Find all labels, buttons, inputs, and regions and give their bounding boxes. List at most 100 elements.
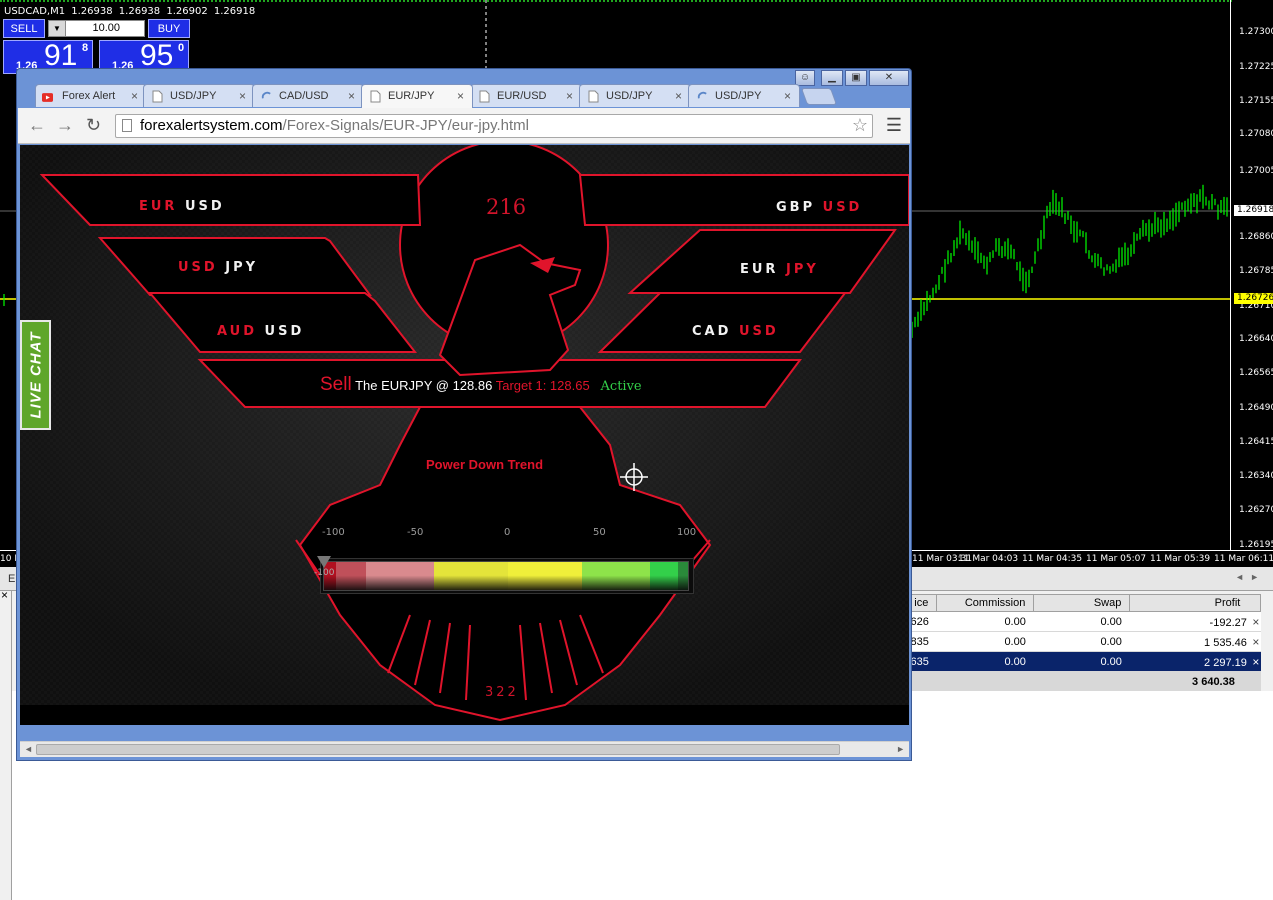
- pair-link-gbpusd[interactable]: GBP USD: [776, 200, 862, 215]
- cell-commission: 0.00: [936, 631, 1034, 652]
- col-swap[interactable]: Swap: [1033, 594, 1131, 612]
- top-counter: 216: [486, 195, 527, 219]
- pair-base: GBP: [776, 200, 816, 215]
- col-commission[interactable]: Commission: [936, 594, 1035, 612]
- pair-link-eurjpy[interactable]: EUR JPY: [740, 262, 819, 277]
- cell-commission: 0.00: [936, 611, 1034, 632]
- crosshair-cursor-icon: [620, 463, 648, 491]
- pair-quote: USD: [822, 200, 863, 215]
- tab-3[interactable]: EUR/JPY ×: [361, 84, 473, 108]
- desktop: USDCAD,M1 1.26938 1.26938 1.26902 1.2691…: [0, 0, 1273, 900]
- tab-close-icon[interactable]: ×: [675, 89, 682, 103]
- cell-price: 635: [910, 651, 937, 672]
- tab-4[interactable]: EUR/USD ×: [470, 84, 582, 107]
- price-label: 1.26490: [1239, 403, 1273, 413]
- cell-profit: 1 535.46: [1204, 636, 1247, 649]
- time-label: 11 Mar 06:11: [1214, 554, 1273, 564]
- time-label: 11 Mar 04:03: [958, 554, 1019, 564]
- tab-close-icon[interactable]: ×: [239, 89, 246, 103]
- cell-swap: 0.00: [1033, 631, 1130, 652]
- gauge-segment: [582, 562, 650, 590]
- pair-quote: USD: [184, 199, 225, 214]
- gauge-tick: 50: [593, 527, 606, 538]
- gauge-tick: 100: [677, 527, 697, 538]
- tab-label: USD/JPY: [606, 90, 653, 102]
- price-label: 1.26860: [1239, 232, 1273, 242]
- price-label: 1.27155: [1239, 96, 1273, 106]
- price-label: 1.26785: [1239, 266, 1273, 276]
- menu-hamburger-icon[interactable]: ☰: [886, 116, 902, 134]
- price-axis[interactable]: 1.27300 1.27225 1.27155 1.27080 1.27005 1.268…: [1230, 0, 1273, 550]
- trades-table: ice Commission Swap Profit 626 0.00 0.00…: [909, 594, 1262, 692]
- col-profit[interactable]: Profit: [1129, 594, 1262, 612]
- terminal-scroll-arrows-icon[interactable]: ◄►: [1235, 572, 1265, 582]
- sell-button[interactable]: SELL: [3, 19, 45, 38]
- tab-0[interactable]: Forex Alert ×: [35, 84, 147, 107]
- forward-arrow-icon[interactable]: →: [56, 116, 74, 134]
- buy-button[interactable]: BUY: [148, 19, 190, 38]
- table-row[interactable]: 635 0.00 0.00 2 297.19 ×: [910, 651, 1261, 672]
- price-label: 1.26340: [1239, 471, 1273, 481]
- one-click-trade-panel: SELL ▼ 10.00 BUY 1.26 91 8 1.26 95 0: [3, 19, 190, 74]
- tab-close-icon[interactable]: ×: [131, 89, 138, 103]
- pair-base: EUR: [139, 199, 178, 214]
- tab-1[interactable]: USD/JPY ×: [143, 84, 255, 107]
- scroll-right-icon[interactable]: ►: [896, 744, 905, 754]
- tab-close-icon[interactable]: ×: [348, 89, 355, 103]
- price-label: 1.26195: [1239, 540, 1273, 550]
- cell-swap: 0.00: [1033, 651, 1130, 672]
- close-window-icon[interactable]: ✕: [869, 70, 909, 86]
- ohlc-high: 1.26938: [118, 6, 161, 17]
- tab-close-icon[interactable]: ×: [566, 89, 573, 103]
- cell-price: 835: [910, 631, 937, 652]
- time-label: 11 Mar 05:39: [1150, 554, 1211, 564]
- eagle-graphic: [20, 145, 909, 725]
- symbol-info: USDCAD,M1 1.26938 1.26938 1.26902 1.2691…: [4, 6, 258, 17]
- table-row[interactable]: 835 0.00 0.00 1 535.46 ×: [910, 631, 1261, 652]
- pair-link-eurusd[interactable]: EUR USD: [139, 199, 225, 214]
- tab-2[interactable]: CAD/USD ×: [252, 84, 364, 107]
- address-bar[interactable]: forexalertsystem.com/Forex-Signals/EUR-J…: [115, 114, 873, 138]
- gauge-tick: -50: [407, 527, 424, 538]
- browser-window[interactable]: ☺ ▁ ▣ ✕ Forex Alert × USD/JPY × CAD/USD × EUR/…: [16, 68, 912, 761]
- col-price[interactable]: ice: [909, 594, 938, 612]
- close-order-icon[interactable]: ×: [1247, 655, 1261, 669]
- tab-strip: Forex Alert × USD/JPY × CAD/USD × EUR/JPY × EUR/…: [35, 84, 855, 108]
- pair-link-audusd[interactable]: AUD USD: [217, 324, 304, 339]
- cell-profit: 2 297.19: [1204, 656, 1247, 669]
- symbol-name: USDCAD,M1: [4, 6, 66, 17]
- reload-icon[interactable]: ↻: [86, 116, 101, 134]
- close-order-icon[interactable]: ×: [1247, 635, 1261, 649]
- bottom-counter: 322: [485, 685, 519, 700]
- back-arrow-icon[interactable]: ←: [28, 116, 46, 134]
- scroll-left-icon[interactable]: ◄: [24, 744, 33, 754]
- close-order-icon[interactable]: ×: [1247, 615, 1261, 629]
- cell-swap: 0.00: [1033, 611, 1130, 632]
- gauge-bar: [323, 561, 689, 591]
- pair-link-cadusd[interactable]: CAD USD: [692, 324, 779, 339]
- tab-label: USD/JPY: [715, 90, 762, 102]
- lot-dropdown-icon[interactable]: ▼: [49, 21, 66, 36]
- signal-line: Sell The EURJPY @ 128.86 Target 1: 128.6…: [320, 374, 642, 396]
- tab-5[interactable]: USD/JPY ×: [579, 84, 691, 107]
- tab-close-icon[interactable]: ×: [457, 89, 464, 103]
- chart-top-border: [0, 0, 1232, 3]
- tab-close-icon[interactable]: ×: [784, 89, 791, 103]
- page-icon: [152, 90, 163, 103]
- table-row[interactable]: 626 0.00 0.00 -192.27 ×: [910, 611, 1261, 632]
- cell-price: 626: [910, 611, 937, 632]
- signal-status: Active: [600, 379, 642, 394]
- tab-label: Forex Alert: [62, 90, 116, 102]
- gauge-value: -100: [314, 568, 335, 578]
- bookmark-star-icon[interactable]: ☆: [852, 114, 868, 136]
- horizontal-scrollbar[interactable]: ◄ ►: [20, 741, 909, 757]
- lot-size-input[interactable]: ▼ 10.00: [48, 20, 145, 37]
- tab-6[interactable]: USD/JPY ×: [688, 84, 800, 107]
- pair-link-usdjpy[interactable]: USD JPY: [178, 260, 258, 275]
- scrollbar-thumb[interactable]: [36, 744, 840, 755]
- new-tab-button[interactable]: [800, 88, 838, 105]
- pair-base: USD: [178, 260, 218, 275]
- terminal-close-icon[interactable]: ×: [1, 588, 8, 602]
- time-label: 11 Mar 05:07: [1086, 554, 1147, 564]
- live-chat-button[interactable]: LIVE CHAT: [20, 320, 51, 430]
